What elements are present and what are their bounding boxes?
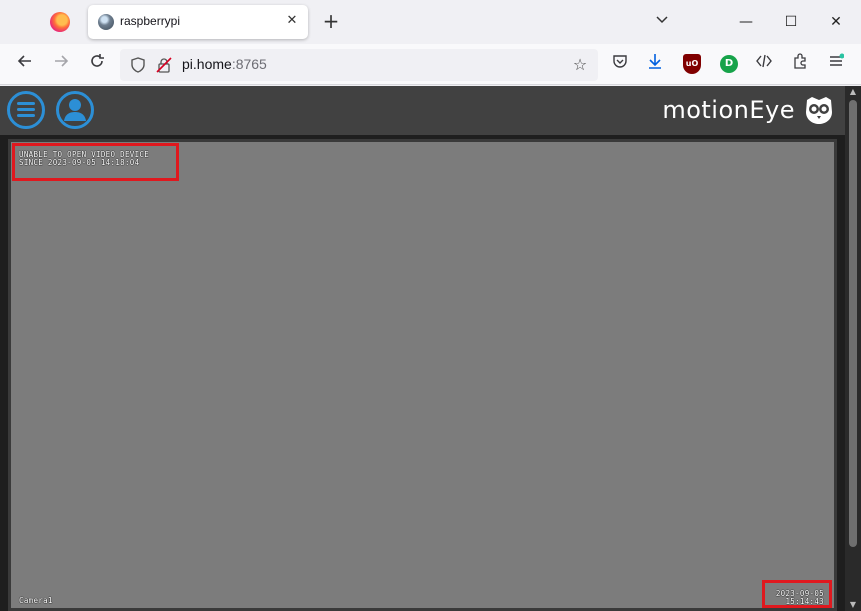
scroll-up-icon[interactable]: ▲ <box>845 86 861 98</box>
url-host: pi.home <box>182 56 232 72</box>
camera-frame[interactable]: UNABLE TO OPEN VIDEO DEVICE SINCE 2023-0… <box>8 139 837 611</box>
download-icon[interactable] <box>643 52 667 76</box>
insecure-lock-icon[interactable] <box>156 57 172 73</box>
maximize-button[interactable]: ☐ <box>771 8 811 36</box>
user-button[interactable] <box>56 91 94 129</box>
motioneye-page: motionEye UNABLE TO OPEN VIDEO DEVICE SI… <box>0 86 845 611</box>
tab-title: raspberrypi <box>120 14 181 28</box>
app-title: motionEye <box>662 96 795 124</box>
extensions-icon[interactable] <box>788 52 812 76</box>
reload-icon[interactable] <box>85 52 109 76</box>
url-text[interactable]: pi.home:8765 <box>182 56 267 72</box>
camera-video[interactable]: UNABLE TO OPEN VIDEO DEVICE SINCE 2023-0… <box>11 142 834 608</box>
tab-close-icon[interactable]: ✕ <box>284 13 300 29</box>
list-all-tabs-icon[interactable] <box>652 12 672 32</box>
close-window-button[interactable]: ✕ <box>816 8 856 36</box>
scrollbar-thumb[interactable] <box>849 100 857 547</box>
new-tab-button[interactable]: + <box>320 11 342 33</box>
browser-tab-strip: raspberrypi ✕ + — ☐ ✕ <box>0 0 861 44</box>
pocket-icon[interactable] <box>608 52 632 76</box>
star-icon[interactable]: ☆ <box>570 55 590 75</box>
devtools-icon[interactable] <box>752 52 776 76</box>
address-bar[interactable]: pi.home:8765 ☆ <box>120 49 598 81</box>
forward-icon[interactable] <box>49 52 73 76</box>
highlight-box-timestamp <box>762 580 832 608</box>
firefox-view-icon[interactable] <box>50 12 70 32</box>
hamburger-icon <box>17 102 35 105</box>
motioneye-header: motionEye <box>0 86 845 135</box>
camera-name-text: Camera1 <box>19 596 53 605</box>
scroll-down-icon[interactable]: ▼ <box>845 599 861 611</box>
tab-raspberrypi[interactable]: raspberrypi ✕ <box>88 5 308 39</box>
highlight-box-status <box>12 143 179 181</box>
main-menu-button[interactable] <box>7 91 45 129</box>
motioneye-owl-icon <box>806 97 832 124</box>
shield-icon[interactable] <box>130 57 146 73</box>
extension-icon[interactable]: D <box>720 55 738 73</box>
menu-icon[interactable] <box>824 52 848 76</box>
back-icon[interactable] <box>13 52 37 76</box>
user-icon <box>64 99 86 121</box>
ublock-icon[interactable]: uO <box>683 54 701 74</box>
url-port: :8765 <box>231 56 267 72</box>
raspberrypi-favicon-icon <box>98 14 114 30</box>
page-scrollbar[interactable]: ▲ ▼ <box>845 86 861 611</box>
minimize-button[interactable]: — <box>726 8 766 36</box>
